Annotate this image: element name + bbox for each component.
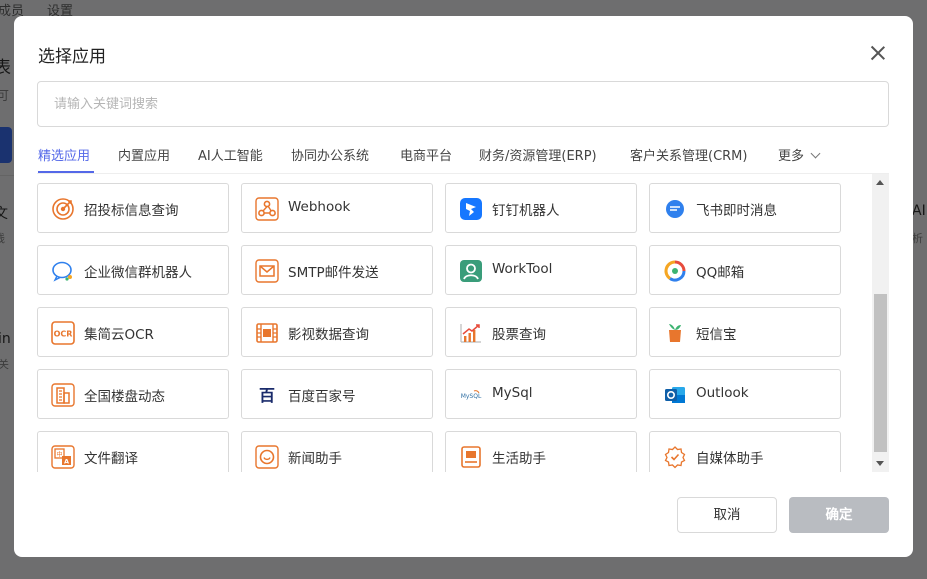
app-label: 百度百家号 [288, 389, 356, 405]
stock-chart-icon [460, 324, 481, 343]
scroll-up-arrow-icon[interactable] [876, 180, 884, 185]
scroll-down-arrow-icon[interactable] [876, 461, 884, 466]
category-tabs: 精选应用 内置应用 AI人工智能 协同办公系统 电商平台 财务/资源管理(ERP… [38, 142, 890, 174]
app-card-news[interactable]: 新闻助手 [241, 431, 433, 472]
life-icon [461, 446, 481, 468]
app-card-dingtalk-bot[interactable]: 钉钉机器人 [445, 183, 637, 233]
ocr-icon: OCR [51, 321, 75, 345]
app-card-smtp[interactable]: SMTP邮件发送 [241, 245, 433, 295]
sms-icon [669, 324, 681, 342]
target-icon [52, 198, 74, 220]
svg-text:A: A [64, 457, 69, 465]
news-icon [255, 445, 279, 469]
close-icon[interactable] [869, 44, 887, 62]
outlook-icon [665, 387, 685, 403]
app-label: Outlook [696, 385, 749, 401]
app-card-ocr[interactable]: OCR 集简云OCR [37, 307, 229, 357]
app-card-mysql[interactable]: MySQL MySql [445, 369, 637, 419]
select-app-dialog: 选择应用 精选应用 内置应用 AI人工智能 协同办公系统 电商平台 财务/资源管… [14, 16, 913, 557]
app-card-real-estate[interactable]: 全国楼盘动态 [37, 369, 229, 419]
app-label: 股票查询 [492, 327, 546, 343]
wecom-icon [52, 261, 72, 282]
app-grid: 招投标信息查询 Webhook 钉钉机器人 飞书即时消息 企业微信群机器人 SM… [37, 174, 889, 472]
app-label: SMTP邮件发送 [288, 265, 379, 281]
app-card-baijiahao[interactable]: 百 百度百家号 [241, 369, 433, 419]
app-label: 短信宝 [696, 327, 737, 343]
app-label: 全国楼盘动态 [84, 389, 165, 405]
app-label: 企业微信群机器人 [84, 265, 192, 281]
search-input[interactable] [37, 81, 889, 127]
app-label: 集简云OCR [84, 327, 154, 343]
app-label: 生活助手 [492, 451, 546, 467]
tab-featured[interactable]: 精选应用 [38, 145, 90, 164]
app-label: 新闻助手 [288, 451, 342, 467]
svg-text:OCR: OCR [54, 330, 73, 339]
cancel-button[interactable]: 取消 [677, 497, 777, 533]
app-card-file-translate[interactable]: 中 A 文件翻译 [37, 431, 229, 472]
app-grid-scrollbar[interactable] [872, 174, 889, 472]
tab-erp[interactable]: 财务/资源管理(ERP) [479, 145, 597, 164]
baijiahao-icon: 百 [258, 386, 276, 405]
mail-icon [255, 259, 279, 283]
tab-more-label: 更多 [778, 149, 805, 164]
tab-more[interactable]: 更多 [778, 145, 821, 164]
app-label: 文件翻译 [84, 451, 138, 467]
chevron-down-icon [810, 148, 821, 159]
app-label: 自媒体助手 [696, 451, 764, 467]
app-card-wecom-bot[interactable]: 企业微信群机器人 [37, 245, 229, 295]
app-card-film-data[interactable]: 影视数据查询 [241, 307, 433, 357]
svg-text:中: 中 [56, 451, 62, 459]
app-label: 招投标信息查询 [84, 203, 179, 219]
svg-text:MySQL: MySQL [461, 393, 482, 400]
app-label: 影视数据查询 [288, 327, 369, 343]
dialog-title: 选择应用 [38, 47, 106, 67]
feishu-icon [666, 200, 684, 218]
app-card-bidding-query[interactable]: 招投标信息查询 [37, 183, 229, 233]
scroll-thumb[interactable] [874, 294, 887, 452]
qqmail-icon [664, 260, 686, 282]
confirm-button[interactable]: 确定 [789, 497, 889, 533]
tab-builtin[interactable]: 内置应用 [118, 145, 170, 164]
dingtalk-icon [460, 198, 482, 220]
building-icon [51, 383, 75, 407]
film-icon [256, 323, 278, 343]
app-card-worktool[interactable]: WorkTool [445, 245, 637, 295]
app-card-sms[interactable]: 短信宝 [649, 307, 841, 357]
app-label: 飞书即时消息 [696, 203, 777, 219]
tab-office[interactable]: 协同办公系统 [291, 145, 369, 164]
app-label: WorkTool [492, 261, 553, 277]
app-card-webhook[interactable]: Webhook [241, 183, 433, 233]
tab-crm[interactable]: 客户关系管理(CRM) [630, 145, 747, 164]
app-card-stock[interactable]: 股票查询 [445, 307, 637, 357]
app-label: QQ邮箱 [696, 265, 745, 281]
app-card-outlook[interactable]: Outlook [649, 369, 841, 419]
mysql-icon: MySQL [461, 390, 482, 400]
app-card-self-media[interactable]: 自媒体助手 [649, 431, 841, 472]
app-card-life[interactable]: 生活助手 [445, 431, 637, 472]
webhook-icon [255, 197, 279, 221]
app-card-qqmail[interactable]: QQ邮箱 [649, 245, 841, 295]
app-label: MySql [492, 385, 533, 401]
translate-icon: 中 A [51, 445, 75, 469]
app-label: 钉钉机器人 [492, 203, 560, 219]
worktool-icon [460, 260, 482, 282]
svg-text:百: 百 [259, 386, 275, 405]
app-card-feishu[interactable]: 飞书即时消息 [649, 183, 841, 233]
media-icon [664, 446, 686, 469]
tab-ecommerce[interactable]: 电商平台 [400, 145, 452, 164]
tab-ai[interactable]: AI人工智能 [198, 145, 263, 164]
app-label: Webhook [288, 199, 351, 215]
